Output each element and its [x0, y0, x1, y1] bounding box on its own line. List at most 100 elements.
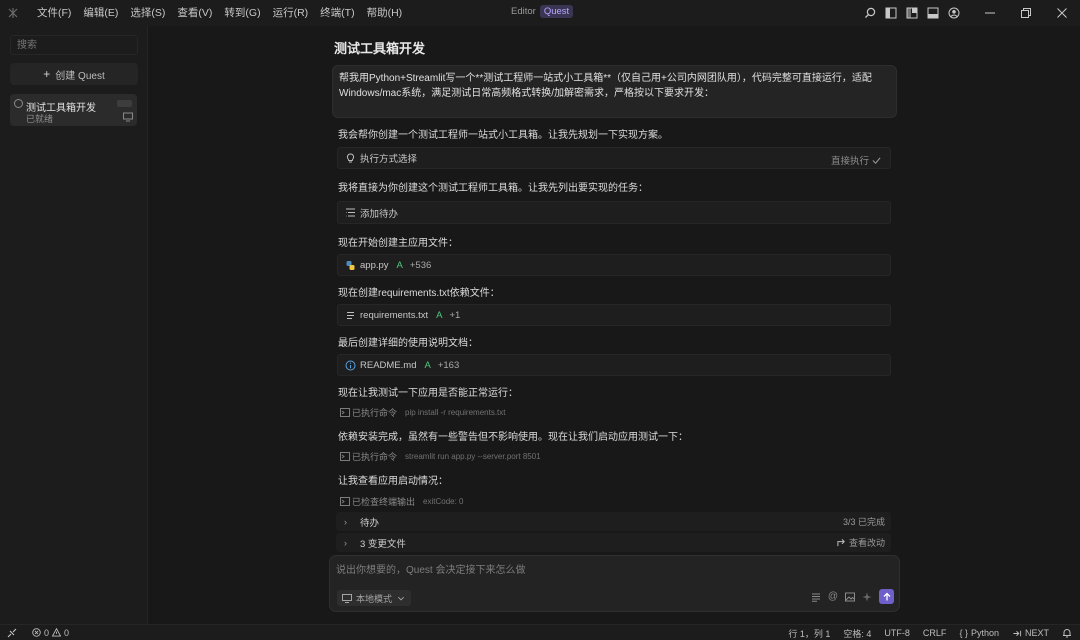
chat-input-box: 本地模式 @ [329, 555, 900, 612]
line-ending[interactable]: CRLF [923, 628, 947, 638]
menu-terminal[interactable]: 终端(T) [314, 0, 360, 26]
list-icon [345, 207, 356, 218]
status-bar-right: 行 1，列 1 空格: 4 UTF-8 CRLF { } Python NEXT [788, 625, 1072, 640]
mode-editor-button[interactable]: Editor [507, 5, 540, 18]
arrow-turn-icon [837, 538, 845, 547]
assistant-text: 我会帮你创建一个测试工程师一站式小工具箱。让我先规划一下实现方案。 [338, 130, 668, 141]
warning-icon [52, 628, 62, 637]
menu-help[interactable]: 帮助(H) [361, 0, 409, 26]
file-change-card[interactable]: README.md A +163 [337, 354, 891, 376]
warning-count: 0 [64, 627, 70, 638]
minimize-icon[interactable] [972, 0, 1008, 26]
file-name: app.py [360, 259, 389, 271]
command-text: streamlit run app.py --server.port 8501 [405, 452, 541, 461]
todo-summary-label: 待办 [360, 517, 380, 529]
mention-icon[interactable]: @ [828, 591, 838, 602]
next-button[interactable]: NEXT [1012, 628, 1049, 638]
file-lines-added: +536 [409, 259, 432, 271]
command-text: pip install -r requirements.txt [405, 408, 506, 417]
mode-switch: Editor Quest [507, 5, 574, 18]
menu-edit[interactable]: 编辑(E) [77, 0, 124, 26]
context-list-icon[interactable] [811, 592, 821, 602]
terminal-icon [340, 452, 350, 461]
menu-bar: 文件(F) 编辑(E) 选择(S) 查看(V) 转到(G) 运行(R) 终端(T… [31, 0, 408, 26]
assistant-text: 最后创建详细的使用说明文档： [338, 338, 478, 349]
create-quest-button[interactable]: + 创建 Quest [10, 63, 138, 85]
command-label: 已执行命令 [352, 408, 398, 418]
error-icon [32, 628, 41, 637]
file-status: A [396, 259, 403, 271]
execution-mode-label: 执行方式选择 [360, 154, 418, 165]
quest-sidebar: + 创建 Quest 测试工具箱开发 已就绪 [0, 26, 148, 624]
todo-summary-row[interactable]: › 待办 3/3 已完成 [336, 512, 891, 531]
mode-quest-button[interactable]: Quest [539, 5, 574, 18]
problems-indicator[interactable]: 0 0 [32, 628, 69, 638]
monitor-icon [342, 593, 352, 603]
terminal-icon [340, 408, 350, 417]
view-changes-label: 查看改动 [848, 538, 885, 548]
local-mode-label: 本地模式 [356, 593, 393, 604]
cursor-position[interactable]: 行 1，列 1 [788, 627, 830, 640]
file-change-card[interactable]: app.py A +536 [337, 254, 891, 276]
executed-command[interactable]: 已执行命令 streamlit run app.py --server.port… [340, 450, 541, 463]
chevron-down-icon [397, 596, 405, 600]
app-logo-icon [0, 0, 26, 26]
menu-file[interactable]: 文件(F) [31, 0, 77, 26]
menu-selection[interactable]: 选择(S) [124, 0, 171, 26]
info-icon [345, 360, 356, 371]
remote-icon[interactable] [0, 625, 24, 640]
braces-icon: { } [959, 628, 968, 638]
send-button[interactable] [879, 589, 894, 604]
search-icon[interactable] [859, 0, 880, 26]
file-lines-added: +163 [437, 359, 460, 371]
executed-command[interactable]: 已执行命令 pip install -r requirements.txt [340, 406, 506, 419]
assistant-text: 现在创建requirements.txt依赖文件： [338, 288, 500, 299]
create-quest-label: 创建 Quest [55, 70, 105, 82]
page-title: 测试工具箱开发 [334, 41, 426, 56]
indentation[interactable]: 空格: 4 [843, 627, 871, 640]
chevron-right-icon: › [344, 516, 347, 527]
status-circle-icon [14, 99, 23, 108]
file-status: A [436, 309, 443, 321]
python-file-icon [345, 260, 356, 271]
chat-input[interactable] [336, 561, 876, 579]
file-lines-added: +1 [449, 309, 461, 321]
add-todo-card[interactable]: 添加待办 [337, 201, 891, 224]
file-name: README.md [360, 359, 417, 371]
file-change-card[interactable]: requirements.txt A +1 [337, 304, 891, 326]
terminal-output-check[interactable]: 已检查终端输出 exitCode: 0 [340, 495, 463, 508]
execution-mode-card[interactable]: 执行方式选择 直接执行 [337, 147, 891, 169]
chevron-right-icon: › [344, 537, 347, 548]
menu-go[interactable]: 转到(G) [218, 0, 266, 26]
execution-mode-value: 直接执行 [831, 153, 881, 167]
quest-item-status: 已就绪 [26, 114, 54, 124]
quest-search-input[interactable] [10, 35, 138, 55]
local-mode-dropdown[interactable]: 本地模式 [337, 590, 412, 606]
sparkle-icon[interactable] [862, 592, 872, 602]
view-changes-button[interactable]: 查看改动 [837, 536, 885, 549]
notifications-bell-icon[interactable] [1062, 628, 1072, 638]
error-count: 0 [44, 627, 50, 638]
quest-list-item[interactable]: 测试工具箱开发 已就绪 [10, 94, 137, 126]
toggle-primary-sidebar-icon[interactable] [880, 0, 901, 26]
check-icon [872, 156, 881, 164]
toggle-sidebar-layout-icon[interactable] [901, 0, 922, 26]
close-icon[interactable] [1044, 0, 1080, 26]
terminal-icon [340, 497, 350, 506]
encoding[interactable]: UTF-8 [884, 628, 910, 638]
assistant-text: 我将直接为你创建这个测试工程师工具箱。让我先列出要实现的任务： [338, 183, 648, 194]
title-bar: 文件(F) 编辑(E) 选择(S) 查看(V) 转到(G) 运行(R) 终端(T… [0, 0, 1080, 26]
assistant-text: 依赖安装完成，虽然有一些警告但不影响使用。现在让我们启动应用测试一下： [338, 432, 688, 443]
menu-run[interactable]: 运行(R) [267, 0, 315, 26]
text-file-icon [345, 310, 356, 321]
menu-view[interactable]: 查看(V) [171, 0, 218, 26]
changed-files-row[interactable]: › 3 变更文件 查看改动 [336, 533, 891, 552]
execution-mode-value-text: 直接执行 [830, 156, 869, 167]
changed-files-label: 3 变更文件 [360, 538, 406, 550]
add-todo-label: 添加待办 [360, 208, 399, 220]
account-icon[interactable] [943, 0, 964, 26]
image-icon[interactable] [845, 592, 855, 602]
restore-icon[interactable] [1008, 0, 1044, 26]
toggle-panel-icon[interactable] [922, 0, 943, 26]
language-mode[interactable]: { } Python [959, 628, 999, 638]
